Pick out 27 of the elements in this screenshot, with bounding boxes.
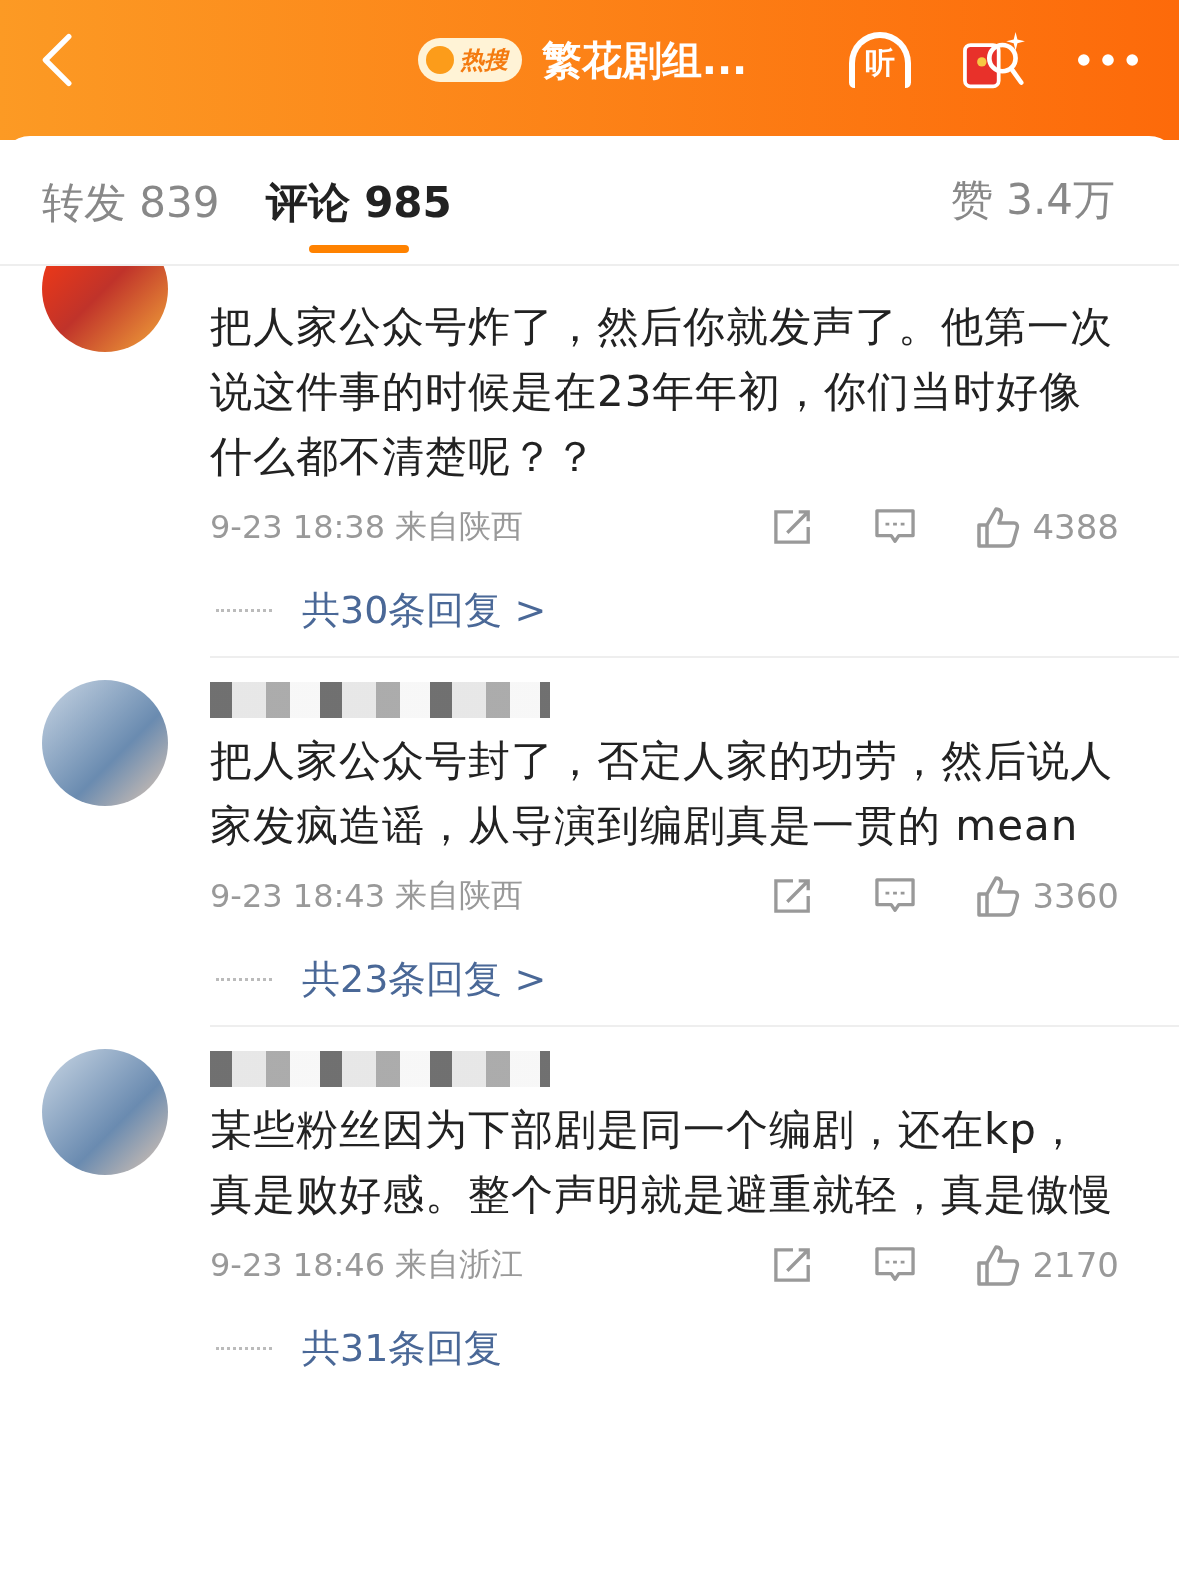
thumbs-up-icon[interactable] [976,1243,1021,1287]
thumbs-up-icon[interactable] [976,874,1021,918]
replies-link[interactable]: 共23条回复 > [302,954,547,1005]
comment-icon[interactable] [874,1246,917,1284]
comment-text: 把人家公众号炸了，然后你就发声了。他第一次说这件事的时候是在23年年初，你们当时好像什么都不清楚呢？？ [210,301,1114,483]
more-icon[interactable] [1077,53,1139,67]
replies-link[interactable]: 共30条回复 > [302,585,547,636]
like-count: 2170 [1032,1245,1119,1285]
comment-text: 某些粉丝因为下部剧是同一个编剧，还在kp，真是败好感。整个声明就是避重就轻，真是傲慢 [210,1104,1114,1221]
replies-link[interactable]: 共31条回复 [302,1323,503,1374]
tab[interactable]: 评论 985 [265,145,452,255]
tab[interactable]: 转发 839 [42,145,220,255]
envelope-search-icon[interactable] [961,30,1027,90]
comment-time: 9-23 18:38 [210,508,385,546]
comment-location: 来自浙江 [395,1244,523,1285]
likes-total[interactable]: 赞 3.4万 [950,172,1115,228]
comment-icon[interactable] [874,877,917,915]
thumbs-up-icon[interactable] [976,505,1021,549]
comment-icon[interactable] [874,508,917,546]
like-count: 4388 [1032,507,1119,547]
page-title: 繁花剧组... [541,35,748,85]
comment-location: 来自陕西 [395,506,523,547]
comment-text: 把人家公众号封了，否定人家的功劳，然后说人家发疯造谣，从导演到编剧真是一贯的 mean [210,735,1114,852]
comment-time: 9-23 18:46 [210,1246,385,1284]
comment-location: 来自陕西 [395,875,523,916]
comment-time: 9-23 18:43 [210,877,385,915]
like-count: 3360 [1032,876,1119,916]
